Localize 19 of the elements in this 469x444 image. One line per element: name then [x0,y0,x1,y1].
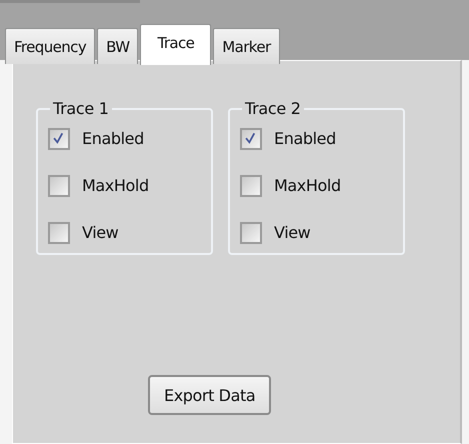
checkbox-label[interactable]: View [82,223,118,242]
checkbox[interactable] [240,174,262,196]
checkbox-label[interactable]: Enabled [274,129,336,148]
group-title: Trace 2 [244,99,302,118]
checkbox[interactable] [48,222,70,244]
checkbox-label[interactable]: Enabled [82,129,144,148]
checkbox[interactable] [240,222,262,244]
checkbox-label[interactable]: View [274,223,310,242]
tab[interactable]: BW [97,28,138,64]
tab[interactable]: Marker [213,28,280,64]
checkbox-label[interactable]: MaxHold [274,176,341,195]
checkbox[interactable] [240,128,262,150]
checkbox[interactable] [48,128,70,150]
tab[interactable]: Frequency [5,28,96,64]
checkbox-label[interactable]: MaxHold [82,176,149,195]
checkbox[interactable] [48,174,70,196]
tab[interactable]: Trace [140,24,212,65]
export-button[interactable]: Export Data [148,375,272,415]
group-title: Trace 1 [52,99,110,118]
